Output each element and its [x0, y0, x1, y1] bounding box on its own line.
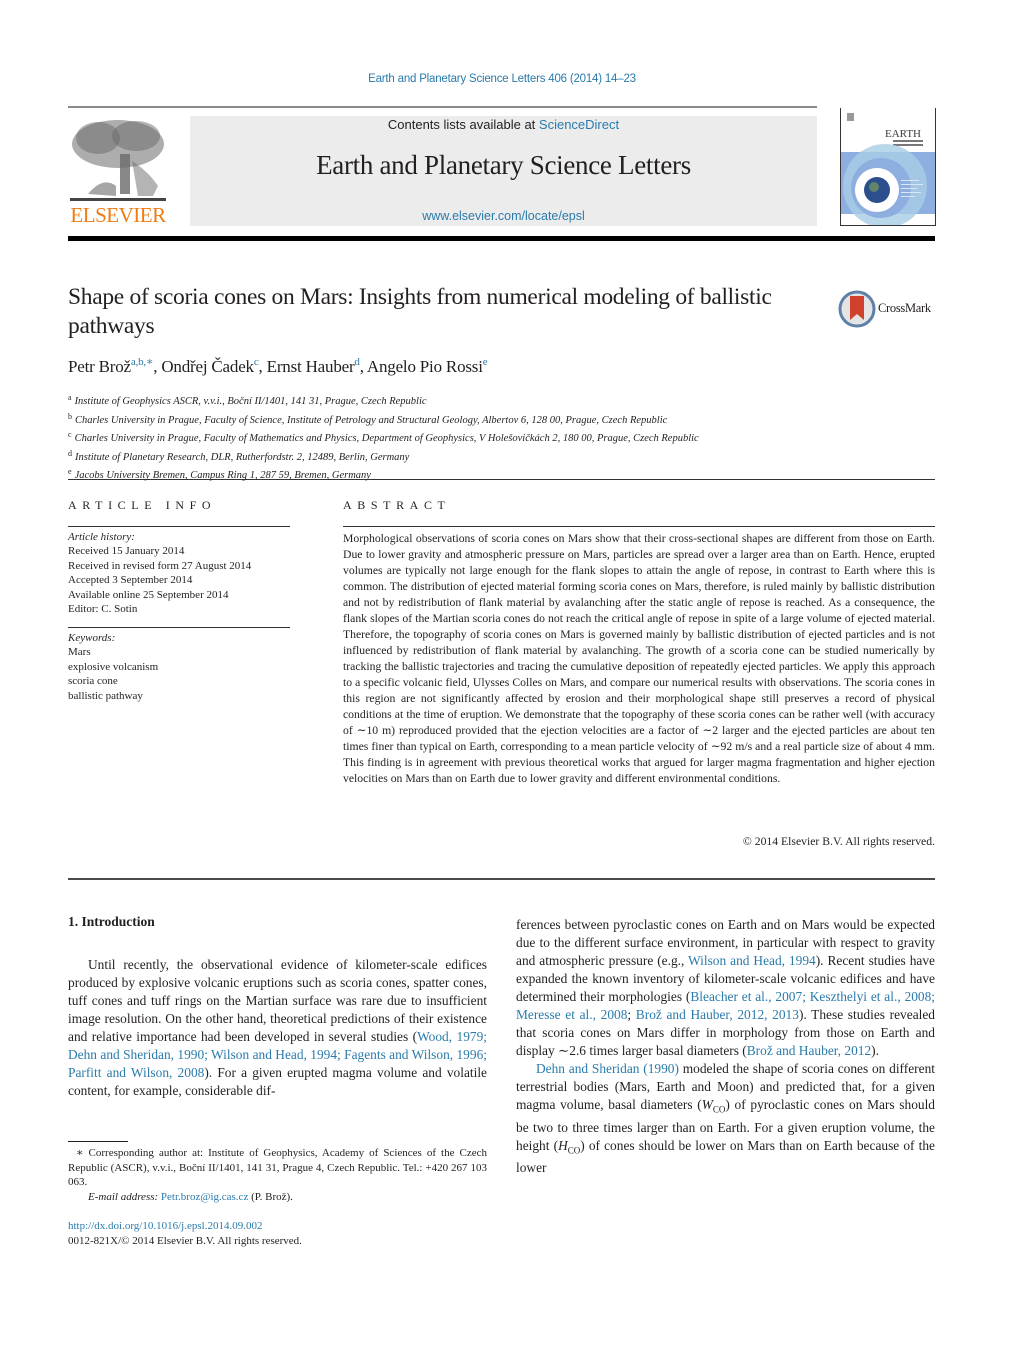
citation-link[interactable]: Brož and Hauber, 2012	[747, 1043, 871, 1058]
history-item: Available online 25 September 2014	[68, 588, 229, 601]
keywords-label: Keywords:	[68, 632, 116, 644]
author-affiliation-marker[interactable]: e	[483, 356, 488, 368]
paragraph: Dehn and Sheridan (1990) modeled the sha…	[516, 1060, 935, 1177]
keyword: ballistic pathway	[68, 689, 143, 702]
divider	[68, 878, 935, 880]
journal-url-link[interactable]: www.elsevier.com/locate/epsl	[190, 209, 817, 223]
article-history: Article history: Received 15 January 201…	[68, 530, 251, 616]
affiliation: b Charles University in Prague, Faculty o…	[68, 410, 699, 429]
affiliation: c Charles University in Prague, Faculty o…	[68, 428, 699, 447]
affiliation-key: b	[68, 411, 72, 421]
contents-prefix: Contents lists available at	[387, 117, 539, 132]
text-run: ;	[627, 1007, 636, 1022]
footnote-marker: ∗	[76, 1147, 84, 1159]
doi-link[interactable]: http://dx.doi.org/10.1016/j.epsl.2014.09…	[68, 1219, 302, 1234]
email-link[interactable]: Petr.broz@ig.cas.cz	[161, 1191, 248, 1203]
separator: ,	[359, 357, 367, 376]
author[interactable]: Angelo Pio Rossie	[366, 356, 488, 376]
crossmark-badge[interactable]: CrossMark	[838, 290, 948, 330]
author-name: Petr Brož	[68, 357, 131, 376]
keyword: Mars	[68, 646, 91, 659]
citation-link[interactable]: Wilson and Head, 1994	[688, 953, 816, 968]
author-list: Petr Broža,b,∗, Ondřej Čadekc, Ernst Hau…	[68, 355, 488, 377]
email-suffix: (P. Brož).	[251, 1190, 293, 1203]
contents-line: Contents lists available at ScienceDirec…	[190, 117, 817, 132]
masthead-divider	[68, 236, 935, 241]
paragraph: Until recently, the observational eviden…	[68, 956, 487, 1100]
affiliation: d Institute of Planetary Research, DLR, R…	[68, 447, 699, 466]
affiliation: e Jacobs University Bremen, Campus Ring 1…	[68, 465, 699, 484]
article-info-heading: ARTICLE INFO	[68, 498, 217, 512]
elsevier-logo[interactable]: ELSEVIER	[68, 116, 168, 228]
editor: Editor: C. Sotin	[68, 603, 138, 616]
author-name: Angelo Pio Rossi	[366, 357, 483, 376]
affiliation-key: d	[68, 448, 72, 458]
doi-block: http://dx.doi.org/10.1016/j.epsl.2014.09…	[68, 1219, 302, 1248]
journal-title: Earth and Planetary Science Letters	[316, 150, 691, 180]
sciencedirect-link[interactable]: ScienceDirect	[539, 117, 619, 132]
separator: ,	[258, 357, 267, 376]
email-label: E-mail address:	[88, 1190, 159, 1203]
author[interactable]: Ernst Hauberd	[266, 356, 360, 376]
section-heading: 1. Introduction	[68, 914, 155, 929]
author-affiliation-marker[interactable]: a,b,∗	[131, 356, 154, 368]
affiliation-list: a Institute of Geophysics ASCR, v.v.i., B…	[68, 391, 699, 484]
keyword: explosive volcanism	[68, 660, 159, 673]
crossmark-icon	[838, 290, 876, 328]
crossmark-label: CrossMark	[878, 301, 931, 315]
citation-link[interactable]: Brož and Hauber, 2012, 2013	[636, 1007, 799, 1022]
divider	[68, 479, 935, 480]
history-item: Received in revised form 27 August 2014	[68, 559, 252, 572]
affiliation-text: Institute of Planetary Research, DLR, Ru…	[75, 451, 410, 463]
elsevier-tree-icon	[70, 120, 166, 201]
keywords: Keywords: Mars explosive volcanism scori…	[68, 631, 158, 703]
history-item: Accepted 3 September 2014	[68, 574, 193, 587]
history-label: Article history:	[68, 531, 135, 543]
journal-reference[interactable]: Earth and Planetary Science Letters 406 …	[0, 73, 1004, 85]
footnote-text: Corresponding author at: Institute of Ge…	[68, 1147, 488, 1189]
journal-cover[interactable]: EARTH	[840, 108, 936, 226]
top-divider	[68, 106, 817, 108]
abstract-copyright: © 2014 Elsevier B.V. All rights reserved…	[742, 835, 935, 848]
keyword: scoria cone	[68, 675, 118, 688]
affiliation-text: Charles University in Prague, Faculty of…	[74, 433, 699, 444]
affiliation-key: e	[68, 467, 72, 476]
elsevier-wordmark: ELSEVIER	[70, 203, 166, 227]
footnote: ∗ Corresponding author at: Institute of …	[68, 1146, 487, 1204]
divider	[68, 627, 290, 628]
abstract-heading: ABSTRACT	[343, 498, 451, 512]
masthead: Contents lists available at ScienceDirec…	[190, 116, 817, 226]
affiliation-text: Institute of Geophysics ASCR, v.v.i., Bo…	[74, 396, 427, 407]
footnote-divider	[68, 1141, 128, 1142]
author[interactable]: Ondřej Čadekc	[161, 356, 258, 376]
affiliation-text: Charles University in Prague, Faculty of…	[75, 414, 668, 426]
author[interactable]: Petr Broža,b,∗	[68, 356, 154, 376]
author-name: Ondřej Čadek	[161, 357, 254, 376]
citation-link[interactable]: Dehn and Sheridan (1990)	[536, 1061, 679, 1076]
author-name: Ernst Hauber	[266, 357, 355, 376]
issn-copyright: 0012-821X/© 2014 Elsevier B.V. All right…	[68, 1234, 302, 1247]
body-column-right: ferences between pyroclastic cones on Ea…	[516, 916, 935, 1177]
journal-cover-image: EARTH	[841, 108, 935, 225]
text-run: ).	[871, 1043, 879, 1058]
article-title: Shape of scoria cones on Mars: Insights …	[68, 284, 772, 339]
cover-title: EARTH	[885, 128, 921, 140]
math-symbol: WCO	[701, 1097, 726, 1115]
affiliation-key: c	[68, 430, 72, 439]
body-column-left: 1. Introduction Until recently, the obse…	[68, 914, 487, 1100]
affiliation-key: a	[68, 393, 72, 402]
affiliation: a Institute of Geophysics ASCR, v.v.i., B…	[68, 391, 699, 410]
abstract-text: Morphological observations of scoria con…	[343, 532, 935, 785]
math-symbol: HCO	[558, 1137, 581, 1156]
paragraph: ferences between pyroclastic cones on Ea…	[516, 916, 935, 1060]
history-item: Received 15 January 2014	[68, 545, 185, 558]
divider	[343, 526, 935, 527]
divider	[68, 526, 290, 527]
